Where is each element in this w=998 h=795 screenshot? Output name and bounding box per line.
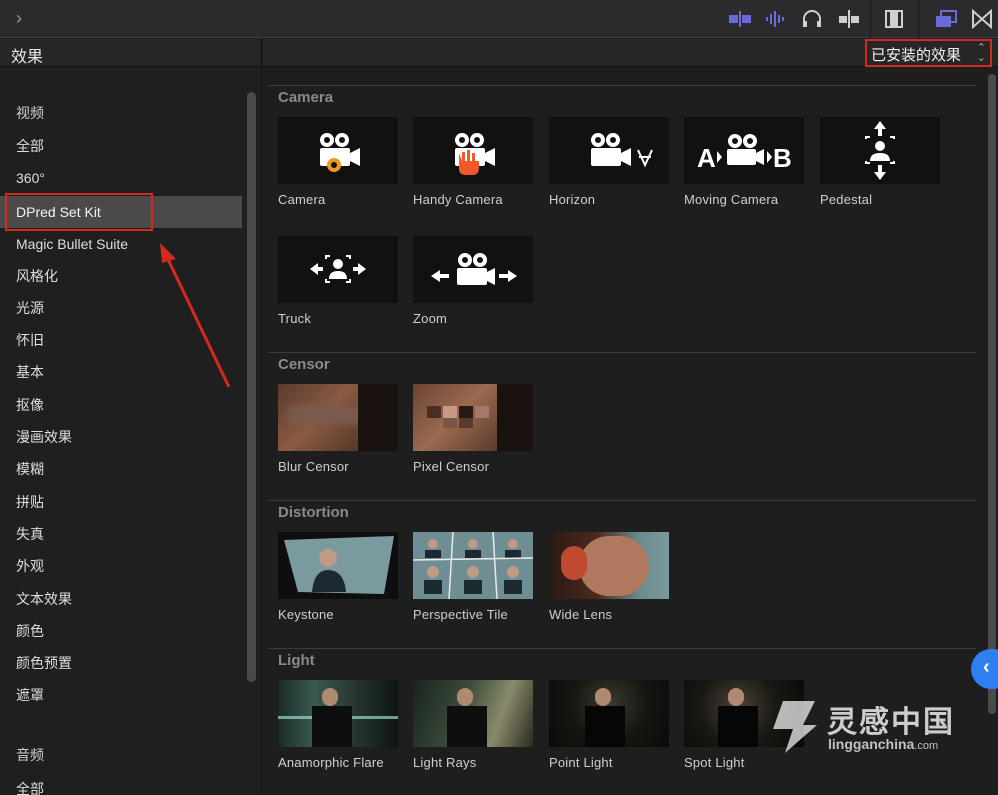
effect-thumbnail — [413, 680, 533, 747]
effect-thumbnail — [413, 384, 533, 451]
camera-hand-icon — [455, 133, 495, 175]
snapping-icon[interactable] — [837, 9, 861, 29]
effect-tile-zoom[interactable]: Zoom — [413, 236, 533, 326]
camera-a-to-b-icon: A B — [697, 134, 792, 173]
pedestal-icon — [865, 121, 895, 180]
effect-tile-truck[interactable]: Truck — [278, 236, 398, 326]
effect-label: Blur Censor — [278, 459, 349, 474]
sidebar-heading-video: 视频 — [16, 105, 44, 121]
camera-gear-icon — [320, 133, 360, 172]
effect-thumbnail — [549, 532, 669, 599]
sidebar-item[interactable]: 360° — [0, 162, 242, 194]
effect-tile-point-light[interactable]: Point Light — [549, 680, 669, 770]
effect-tile-handy-camera[interactable]: Handy Camera — [413, 117, 533, 207]
effect-thumbnail — [549, 680, 669, 747]
watermark-logo-icon — [773, 701, 817, 753]
svg-text:A: A — [697, 143, 716, 173]
effect-thumbnail — [278, 117, 398, 184]
effect-label: Point Light — [549, 755, 613, 770]
effects-filter-bar: 已安装的效果 ⌃ ⌄ — [263, 39, 998, 67]
effect-label: Light Rays — [413, 755, 477, 770]
effect-tile-wide-lens[interactable]: Wide Lens — [549, 532, 669, 622]
effect-tile-light-rays[interactable]: Light Rays — [413, 680, 533, 770]
effect-thumbnail — [278, 236, 398, 303]
watermark-site: lingganchina.com — [828, 736, 939, 752]
effect-label: Keystone — [278, 607, 334, 622]
effect-label: Moving Camera — [684, 192, 779, 207]
sidebar-scrollbar[interactable] — [247, 92, 256, 682]
effect-thumbnail — [413, 236, 533, 303]
effect-thumbnail — [413, 532, 533, 599]
installed-effects-dropdown[interactable]: 已安装的效果 ⌃ ⌄ — [865, 39, 992, 67]
watermark: 灵感中国 lingganchina.com — [765, 697, 975, 757]
effect-thumbnail — [413, 117, 533, 184]
effect-label: Perspective Tile — [413, 607, 508, 622]
updown-chevron-icon: ⌃ ⌄ — [976, 42, 986, 64]
effect-tile-pedestal[interactable]: Pedestal — [820, 117, 940, 207]
effect-tile-horizon[interactable]: Horizon — [549, 117, 669, 207]
dropdown-value: 已安装的效果 — [871, 47, 962, 64]
top-toolbar: › — [0, 0, 998, 38]
sidebar-item[interactable]: 全部 — [0, 773, 242, 795]
effect-tile-moving-camera[interactable]: A B Moving Camera — [684, 117, 804, 207]
clip-split-icon[interactable] — [728, 9, 752, 29]
camera-horizon-icon — [591, 133, 653, 168]
truck-icon — [310, 255, 366, 283]
effect-label: Anamorphic Flare — [278, 755, 384, 770]
grid-scrollbar[interactable] — [988, 74, 996, 714]
film-strip-icon[interactable] — [882, 9, 906, 29]
sidebar-item[interactable]: 漫画效果 — [0, 421, 242, 453]
sidebar-item[interactable]: 全部 — [0, 130, 242, 162]
chevron-right-icon[interactable]: › — [16, 8, 22, 29]
headphones-icon[interactable] — [800, 9, 824, 29]
effect-thumbnail: A B — [684, 117, 804, 184]
effect-label: Spot Light — [684, 755, 745, 770]
chevron-left-icon: ‹ — [983, 656, 990, 678]
effect-label: Pixel Censor — [413, 459, 490, 474]
effect-label: Pedestal — [820, 192, 873, 207]
effects-grid: Camera Camera Handy Camera Horizon A B M… — [263, 68, 998, 795]
camera-zoom-icon — [431, 253, 517, 285]
section-title-distortion: Distortion — [278, 504, 349, 521]
effect-thumbnail — [820, 117, 940, 184]
effect-thumbnail — [278, 384, 398, 451]
effect-tile-keystone[interactable]: Keystone — [278, 532, 398, 622]
effect-label: Truck — [278, 311, 312, 326]
sidebar-heading-audio: 音频 — [16, 747, 44, 763]
sidebar-item[interactable]: 拼贴 — [0, 486, 242, 518]
annotation-highlight-box — [5, 193, 153, 231]
audio-waveform-icon[interactable] — [764, 9, 788, 29]
annotation-arrow — [160, 243, 231, 388]
effects-browser-icon[interactable] — [934, 9, 958, 29]
sidebar-item[interactable]: 颜色 — [0, 615, 242, 647]
effect-thumbnail — [278, 532, 398, 599]
panel-title: 效果 — [11, 49, 44, 66]
effect-thumbnail — [278, 680, 398, 747]
sidebar-item[interactable]: 文本效果 — [0, 583, 242, 615]
effect-tile-pixel-censor[interactable]: Pixel Censor — [413, 384, 533, 474]
effect-tile-camera[interactable]: Camera — [278, 117, 398, 207]
transitions-browser-icon[interactable] — [970, 9, 994, 29]
section-title-censor: Censor — [278, 356, 330, 373]
effect-label: Wide Lens — [549, 607, 613, 622]
svg-text:B: B — [773, 143, 792, 173]
effects-panel-header: 效果 — [0, 39, 262, 67]
sidebar-item[interactable]: 模糊 — [0, 453, 242, 485]
section-title-camera: Camera — [278, 89, 334, 106]
effect-thumbnail — [549, 117, 669, 184]
effect-label: Handy Camera — [413, 192, 503, 207]
sidebar-item[interactable]: 失真 — [0, 518, 242, 550]
sidebar-item[interactable]: 颜色预置 — [0, 647, 242, 679]
sidebar-item[interactable]: 遮罩 — [0, 679, 242, 711]
effect-tile-blur-censor[interactable]: Blur Censor — [278, 384, 398, 474]
sidebar-item[interactable]: 外观 — [0, 550, 242, 582]
effect-label: Camera — [278, 192, 326, 207]
effect-tile-perspective-tile[interactable]: Perspective Tile — [413, 532, 533, 622]
watermark-brand: 灵感中国 — [827, 706, 955, 739]
effect-label: Horizon — [549, 192, 596, 207]
section-title-light: Light — [278, 652, 315, 669]
effect-tile-anamorphic-flare[interactable]: Anamorphic Flare — [278, 680, 398, 770]
effects-category-sidebar: 视频 全部 360° DPred Set Kit Magic Bullet Su… — [0, 68, 262, 795]
effect-label: Zoom — [413, 311, 448, 326]
